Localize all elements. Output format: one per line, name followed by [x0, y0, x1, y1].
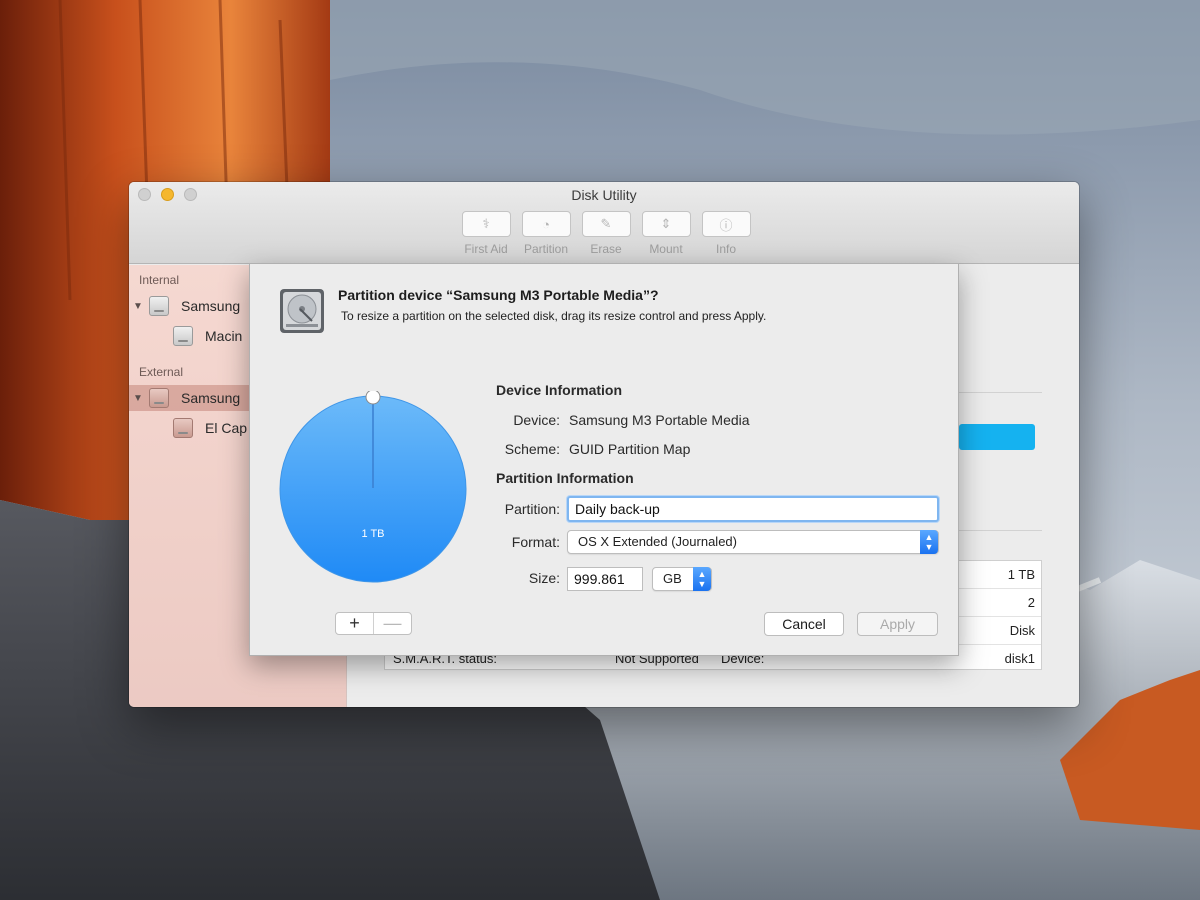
toolbar-label: Mount [649, 242, 683, 256]
partition-name-label: Partition: [504, 501, 560, 517]
sidebar-section-internal: Internal [139, 273, 180, 287]
sidebar-section-external: External [139, 365, 184, 379]
table-cell-value: 2 [1027, 595, 1035, 610]
add-partition-button[interactable]: + [336, 613, 373, 634]
partition-pie-icon[interactable]: ◔ [521, 211, 571, 237]
table-cell-value: disk1 [1004, 651, 1035, 666]
chevron-updown-icon: ▲ ▼ [693, 567, 711, 591]
device-label: Device: [513, 412, 560, 428]
sidebar-item-label: Samsung [181, 298, 241, 314]
format-label: Format: [511, 534, 560, 550]
size-input[interactable] [567, 567, 643, 591]
device-info-heading: Device Information [496, 382, 623, 398]
format-select[interactable]: OS X Extended (Journaled) ▲ ▼ [567, 530, 939, 554]
stethoscope-icon[interactable]: ⚕ [461, 211, 511, 237]
table-cell-value: 1 TB [1007, 567, 1035, 582]
partition-info-heading: Partition Information [496, 470, 634, 486]
volume-icon [173, 326, 193, 346]
erase-icon[interactable]: ✎ [581, 211, 631, 237]
external-disk-icon [149, 388, 169, 408]
window-title: Disk Utility [571, 187, 637, 203]
device-value: Samsung M3 Portable Media [569, 412, 750, 428]
toolbar-label: Erase [590, 242, 622, 256]
toolbar-erase[interactable]: ✎ Erase [576, 211, 636, 256]
toolbar: ⚕ First Aid ◔ Partition ✎ Erase ⇕ Mount … [456, 211, 756, 256]
toolbar-label: Info [715, 242, 736, 256]
title-bar: Disk Utility ⚕ First Aid ◔ Partition ✎ E… [129, 182, 1079, 264]
info-icon[interactable]: ⓘ [701, 211, 751, 237]
sheet-title: Partition device “Samsung M3 Portable Me… [338, 287, 659, 303]
format-select-value: OS X Extended (Journaled) [578, 534, 737, 549]
volume-icon [173, 418, 193, 438]
table-cell-value: Disk [1009, 623, 1035, 638]
scheme-label: Scheme: [504, 441, 560, 457]
toolbar-label: Partition [523, 242, 569, 256]
usage-bar [959, 424, 1035, 450]
toolbar-info[interactable]: ⓘ Info [696, 211, 756, 256]
internal-disk-icon [149, 296, 169, 316]
remove-partition-button[interactable]: — [373, 613, 411, 634]
disclosure-triangle-icon[interactable]: ▼ [133, 393, 143, 404]
toolbar-partition[interactable]: ◔ Partition [516, 211, 576, 256]
apply-button[interactable]: Apply [857, 612, 938, 636]
sheet-subtitle: To resize a partition on the selected di… [341, 309, 767, 323]
disclosure-triangle-icon[interactable]: ▼ [133, 301, 143, 312]
cancel-button[interactable]: Cancel [764, 612, 844, 636]
chevron-updown-icon: ▲ ▼ [920, 530, 938, 554]
hard-drive-icon [280, 289, 324, 333]
resize-handle[interactable] [365, 391, 381, 405]
size-unit-value: GB [663, 571, 682, 586]
partition-name-input[interactable] [567, 496, 939, 522]
sidebar-item-label: Macin [205, 328, 243, 344]
sidebar-item-label: Samsung [181, 390, 241, 406]
toolbar-first-aid[interactable]: ⚕ First Aid [456, 211, 516, 256]
size-label: Size: [528, 570, 560, 586]
scheme-value: GUID Partition Map [569, 441, 691, 457]
mount-icon[interactable]: ⇕ [641, 211, 691, 237]
toolbar-label: First Aid [464, 242, 508, 256]
partition-sheet: Partition device “Samsung M3 Portable Me… [249, 263, 959, 656]
size-unit-select[interactable]: GB ▲ ▼ [652, 567, 712, 591]
sidebar-item-label: El Cap [205, 420, 248, 436]
add-remove-partition-control: + — [335, 612, 412, 635]
toolbar-mount[interactable]: ⇕ Mount [636, 211, 696, 256]
